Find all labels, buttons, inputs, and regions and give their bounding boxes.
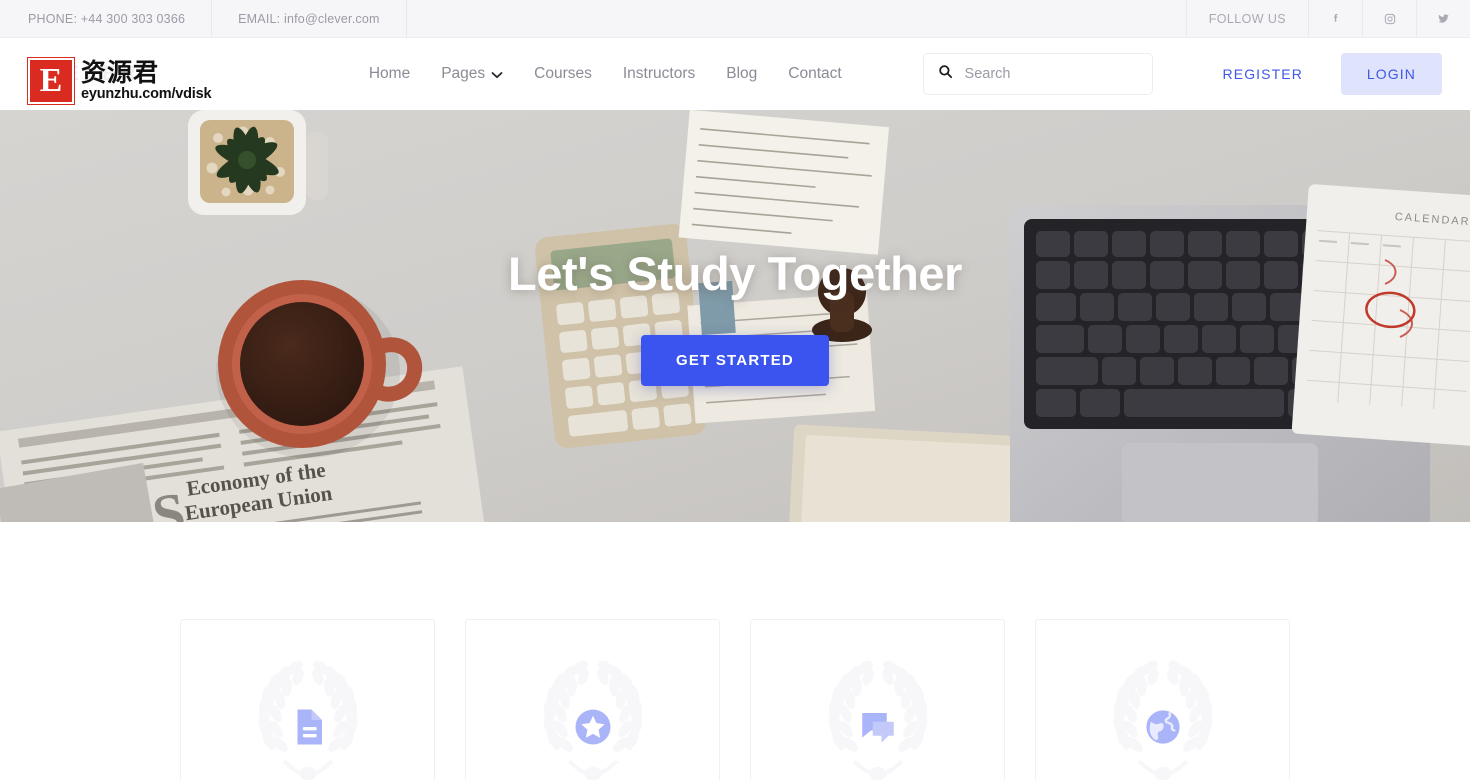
globe-icon — [1142, 706, 1184, 753]
search-box[interactable] — [922, 53, 1153, 95]
follow-us-label: FOLLOW US — [1185, 0, 1308, 37]
watermark-logo-icon: E — [27, 57, 75, 105]
nav-item-courses[interactable]: Courses — [534, 65, 592, 83]
feature-card[interactable] — [465, 619, 720, 780]
topbar-social-group: FOLLOW US — [1185, 0, 1470, 37]
get-started-button[interactable]: GET STARTED — [641, 335, 829, 386]
primary-nav: Home Pages Courses Instructors Blog Cont… — [288, 64, 923, 84]
facebook-icon[interactable] — [1308, 0, 1362, 37]
nav-item-pages[interactable]: Pages — [441, 64, 503, 84]
phone-info: PHONE: +44 300 303 0366 — [0, 0, 213, 37]
hero-content: Let's Study Together GET STARTED — [0, 110, 1470, 522]
nav-item-instructors-label: Instructors — [622, 65, 696, 82]
nav-item-contact-label: Contact — [788, 65, 842, 82]
star-badge-icon — [572, 706, 614, 753]
twitter-icon[interactable] — [1416, 0, 1470, 37]
main-navbar: CLEVER Home Pages Courses Instructors Bl… — [0, 38, 1470, 110]
forum-icon — [857, 706, 899, 753]
watermark-overlay: E 资源君 eyunzhu.com/vdisk — [26, 56, 216, 106]
search-input[interactable] — [964, 66, 1138, 82]
nav-item-home[interactable]: Home — [369, 65, 410, 83]
hero-banner: NESS Economy of the European Union — [0, 110, 1470, 522]
topbar-contact-group: PHONE: +44 300 303 0366 EMAIL: info@clev… — [0, 0, 407, 37]
feature-card[interactable] — [180, 619, 435, 780]
nav-item-courses-label: Courses — [534, 65, 592, 82]
nav-item-home-label: Home — [368, 65, 411, 82]
nav-actions: REGISTER LOGIN — [922, 53, 1442, 95]
features-section — [0, 522, 1470, 780]
feature-card[interactable] — [1035, 619, 1290, 780]
nav-item-contact[interactable]: Contact — [788, 65, 841, 83]
nav-item-instructors[interactable]: Instructors — [623, 65, 695, 83]
login-button[interactable]: LOGIN — [1340, 53, 1442, 95]
nav-item-blog-label: Blog — [726, 65, 758, 82]
nav-item-blog[interactable]: Blog — [726, 65, 757, 83]
email-info: EMAIL: info@clever.com — [212, 0, 407, 37]
search-icon — [938, 64, 953, 84]
register-button[interactable]: REGISTER — [1223, 66, 1303, 82]
feature-card[interactable] — [750, 619, 1005, 780]
watermark-chinese-label: 资源君 — [81, 58, 160, 88]
chevron-down-icon — [491, 66, 503, 84]
feature-card-list — [0, 619, 1470, 780]
hero-title: Let's Study Together — [507, 247, 963, 300]
instagram-icon[interactable] — [1362, 0, 1416, 37]
document-icon — [287, 706, 329, 753]
watermark-url-label: eyunzhu.com/vdisk — [81, 85, 212, 102]
top-utility-bar: PHONE: +44 300 303 0366 EMAIL: info@clev… — [0, 0, 1470, 38]
watermark-text: 资源君 eyunzhu.com/vdisk — [81, 58, 212, 102]
nav-item-pages-label: Pages — [441, 65, 486, 82]
